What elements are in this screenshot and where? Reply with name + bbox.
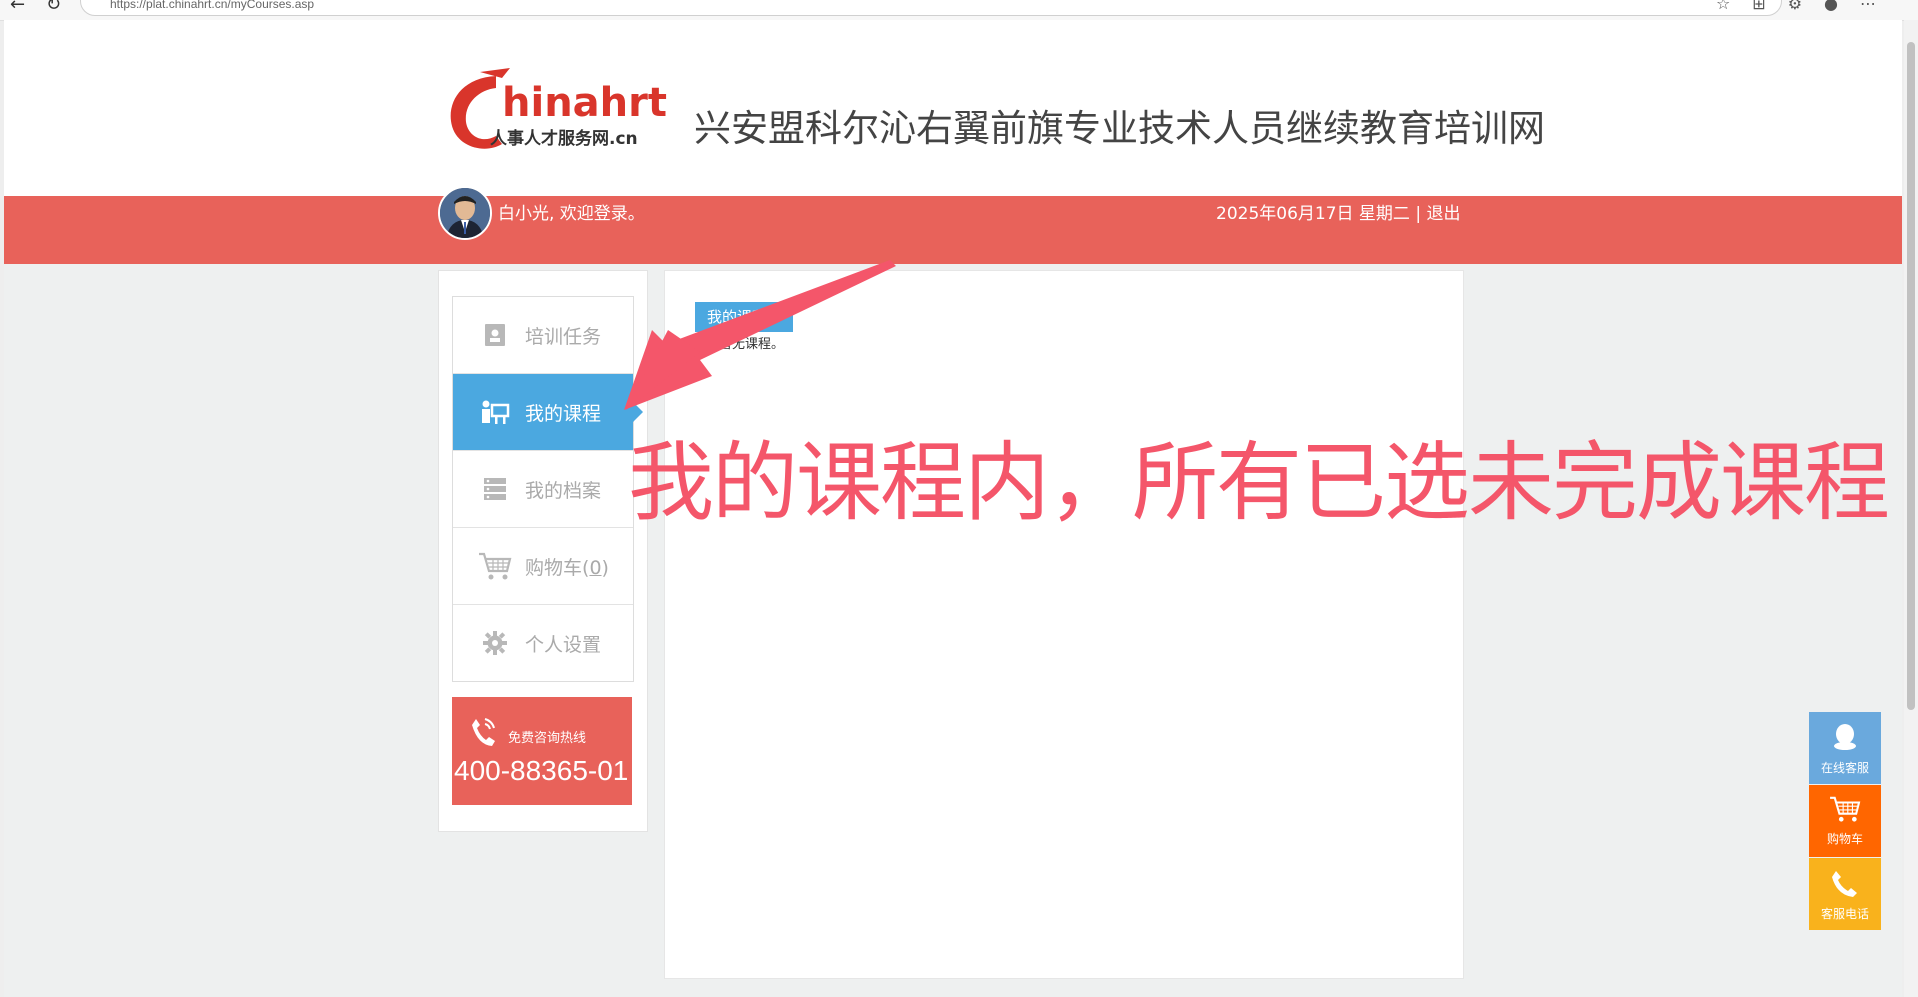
page-scrollbar[interactable]: [1904, 20, 1918, 997]
address-url[interactable]: https://plat.chinahrt.cn/myCourses.asp: [110, 0, 314, 11]
service-phone-button[interactable]: 客服电话: [1809, 858, 1881, 930]
address-bar[interactable]: [80, 0, 1782, 16]
qq-icon: [1809, 722, 1881, 755]
sidebar-item-settings[interactable]: 个人设置: [453, 605, 633, 681]
avatar: [438, 186, 492, 240]
current-date: 2025年06月17日 星期二: [1216, 204, 1410, 224]
welcome-text: 白小光, 欢迎登录。: [498, 204, 645, 224]
empty-note: 暂无课程。: [719, 337, 785, 352]
logout-link[interactable]: 退出: [1426, 204, 1460, 224]
service-phone-label: 客服电话: [1820, 907, 1869, 921]
hotline-phone: 400-88365-01: [454, 755, 629, 786]
site-header: hinahrt 人事人才服务网.cn 兴安盟科尔沁右翼前旗专业技术人员继续教育培…: [4, 20, 1902, 196]
task-icon: [473, 322, 517, 348]
hotline-title: 免费咨询热线: [508, 731, 587, 746]
hotline-box: 免费咨询热线 400-88365-01: [452, 697, 632, 805]
float-cart-label: 购物车: [1826, 832, 1863, 846]
site-title: 兴安盟科尔沁右翼前旗专业技术人员继续教育培训网: [694, 107, 1545, 150]
scroll-thumb[interactable]: [1907, 42, 1915, 710]
sidebar-menu: 培训任务 我的课程 我的档案 购物车(0) 个人设置: [452, 296, 643, 682]
sidebar-item-label: 我的课程: [525, 402, 602, 425]
annotation-text: 我的课程内，所有已选未完成课程: [628, 433, 1890, 533]
cart-count[interactable]: 0: [589, 557, 601, 579]
logo-subtitle: 人事人才服务网.cn: [490, 128, 638, 149]
cart-icon: [473, 551, 517, 581]
sidebar-item-my-courses[interactable]: 我的课程: [453, 374, 643, 451]
cart-label: 购物车: [525, 556, 583, 579]
cart-icon: [1809, 795, 1881, 826]
date-and-logout: 2025年06月17日 星期二 | 退出: [1216, 199, 1460, 224]
separator: |: [1415, 204, 1422, 224]
back-icon[interactable]: ←: [10, 0, 25, 15]
tab-my-courses[interactable]: 我的课程: [695, 302, 793, 332]
gear-icon: [473, 630, 517, 656]
sidebar-item-my-archive[interactable]: 我的档案: [453, 451, 633, 528]
teacher-icon: [473, 399, 517, 425]
sidebar-item-cart[interactable]: 购物车(0): [453, 528, 633, 605]
sidebar-item-label: 培训任务: [525, 325, 602, 348]
online-service-button[interactable]: 在线客服: [1809, 712, 1881, 784]
sidebar-item-label: 个人设置: [525, 633, 602, 656]
chinahrt-logo[interactable]: hinahrt 人事人才服务网.cn: [440, 64, 680, 164]
phone-icon: [468, 715, 498, 753]
browser-toolbar: ← ↻ https://plat.chinahrt.cn/myCourses.a…: [0, 0, 1918, 21]
sidebar-item-label: 我的档案: [525, 479, 602, 502]
main-content: 我的课程 暂无课程。: [664, 270, 1464, 979]
sidebar-item-training-tasks[interactable]: 培训任务: [453, 297, 633, 374]
reload-icon[interactable]: ↻: [46, 0, 61, 15]
user-portrait-icon: [440, 188, 490, 238]
user-bar: [4, 196, 1902, 264]
svg-text:hinahrt: hinahrt: [502, 80, 667, 126]
browser-actions[interactable]: ☆⊞⚙●⋯: [1716, 0, 1898, 13]
sidebar-item-label: 购物车(0): [525, 556, 609, 579]
phone-icon: [1809, 868, 1881, 901]
float-cart-button[interactable]: 购物车: [1809, 785, 1881, 857]
online-service-label: 在线客服: [1820, 761, 1869, 775]
archive-icon: [473, 477, 517, 501]
